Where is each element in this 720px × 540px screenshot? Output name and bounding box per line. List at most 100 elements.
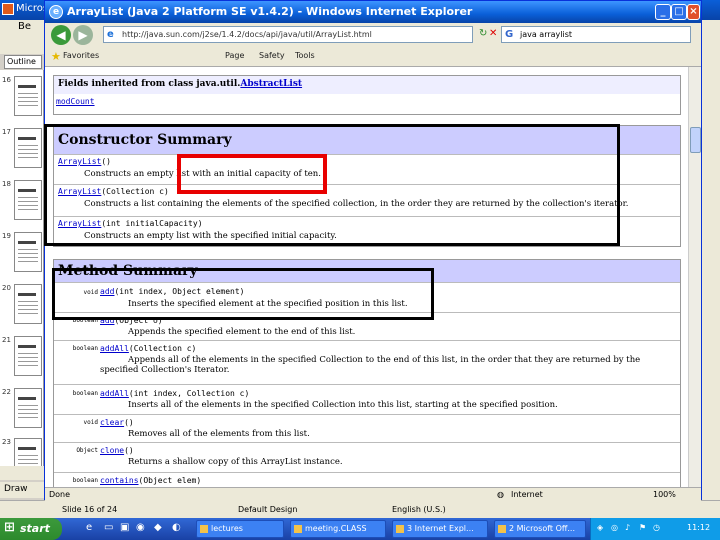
tray-icon[interactable]: ◈ (597, 523, 603, 532)
slide-number: 17 (2, 128, 11, 136)
method-description: Appends the specified element to the end… (128, 327, 356, 337)
design-name: Default Design (238, 505, 298, 514)
method-link[interactable]: addAll (100, 389, 129, 398)
powerpoint-toolbar[interactable] (0, 36, 44, 54)
close-button[interactable]: × (687, 4, 700, 20)
app-quicklaunch-icon[interactable]: ◐ (172, 522, 181, 533)
url-input[interactable]: http://java.sun.com/j2se/1.4.2/docs/api/… (103, 26, 473, 43)
powerpoint-menu-label[interactable]: Be (18, 21, 31, 32)
slide-number: 18 (2, 180, 11, 188)
language-indicator: English (U.S.) (392, 505, 446, 514)
modcount-link[interactable]: modCount (54, 94, 680, 109)
draw-menu[interactable]: Draw (0, 482, 44, 498)
vertical-scrollbar[interactable] (688, 67, 701, 487)
method-params: (int index, Collection c) (128, 389, 250, 398)
app-quicklaunch-icon[interactable]: ◆ (154, 522, 162, 533)
zoom-level[interactable]: 100% (653, 490, 676, 499)
table-row: boolean addAll(int index, Collection c) … (54, 384, 680, 414)
stop-icon[interactable]: ✕ (489, 28, 497, 39)
capacity-highlight-box (177, 154, 327, 194)
security-zone: Internet (511, 490, 543, 499)
maximize-button[interactable]: □ (671, 4, 687, 20)
powerpoint-menu[interactable]: Be (0, 20, 44, 36)
method-link[interactable]: contains (100, 476, 139, 485)
table-row: boolean addAll(Collection c) Appends all… (54, 340, 680, 384)
powerpoint-right-panel (702, 20, 720, 500)
slide-thumbnail[interactable] (14, 336, 42, 376)
powerpoint-app-icon (2, 3, 14, 15)
taskbar-item[interactable]: 2 Microsoft Off... (494, 520, 586, 538)
status-text: Done (49, 490, 71, 499)
method-return-type: void (83, 419, 98, 426)
taskbar-item[interactable]: meeting.CLASS (290, 520, 386, 538)
favorites-star-icon[interactable]: ★ (51, 50, 61, 63)
refresh-icon[interactable]: ↻ (479, 28, 487, 39)
minimize-button[interactable]: _ (655, 4, 671, 20)
slide-counter: Slide 16 of 24 (62, 505, 118, 514)
add-method-annotation-box (52, 268, 434, 320)
taskbar: start e ▭ ▣ ◉ ◆ ◐ lectures meeting.CLASS… (0, 518, 720, 540)
fields-inherited-table: Fields inherited from class java.util.Ab… (53, 75, 681, 115)
ie-status-bar: Done ◍ Internet 100% (45, 487, 701, 501)
taskbar-item[interactable]: lectures (196, 520, 284, 538)
address-bar: ◀ ▶ http://java.sun.com/j2se/1.4.2/docs/… (45, 23, 701, 47)
page-menu[interactable]: Page (225, 51, 244, 60)
method-link[interactable]: clear (100, 418, 124, 427)
tools-menu[interactable]: Tools (295, 51, 315, 60)
method-params: () (124, 446, 134, 455)
favorites-button[interactable]: Favorites (63, 51, 99, 60)
method-return-type: boolean (72, 477, 98, 484)
slide-thumbnail[interactable] (14, 128, 42, 168)
fields-inherited-header: Fields inherited from class java.util.Ab… (54, 76, 680, 94)
slide-number: 16 (2, 76, 11, 84)
ie-window: e ArrayList (Java 2 Platform SE v1.4.2) … (44, 0, 702, 501)
table-row: Object clone() Returns a shallow copy of… (54, 442, 680, 472)
search-input[interactable]: java arraylist (501, 26, 691, 43)
method-params: (Collection c) (128, 344, 197, 353)
abstractlist-link[interactable]: AbstractList (240, 79, 302, 89)
forward-button[interactable]: ▶ (73, 25, 93, 45)
system-tray: ◈ ◎ ♪ ⚑ ◷ 11:12 (590, 518, 720, 540)
method-link[interactable]: addAll (100, 344, 129, 353)
command-bar: ★ Favorites Page Safety Tools (45, 47, 701, 67)
scrollbar-thumb[interactable] (690, 127, 701, 153)
method-description: Returns a shallow copy of this ArrayList… (128, 457, 343, 467)
globe-icon: ◍ (497, 490, 504, 499)
ie-title: ArrayList (Java 2 Platform SE v1.4.2) - … (67, 5, 473, 18)
desktop-quicklaunch-icon[interactable]: ▭ (104, 522, 113, 533)
slide-thumbnail[interactable] (14, 180, 42, 220)
ie-quicklaunch-icon[interactable]: e (86, 522, 92, 533)
constructor-annotation-box (44, 124, 620, 246)
method-return-type: boolean (72, 390, 98, 397)
slide-thumbnail[interactable] (14, 232, 42, 272)
slide-number: 19 (2, 232, 11, 240)
media-quicklaunch-icon[interactable]: ▣ (120, 522, 129, 533)
ie-title-bar: e ArrayList (Java 2 Platform SE v1.4.2) … (45, 1, 701, 23)
fields-inherited-title: Fields inherited from class java.util. (58, 79, 241, 89)
slide-thumbnail[interactable] (14, 284, 42, 324)
method-description: Removes all of the elements from this li… (128, 429, 310, 439)
tray-icon[interactable]: ◎ (611, 523, 618, 532)
tray-icon[interactable]: ⚑ (639, 523, 646, 532)
start-button[interactable]: start (0, 518, 62, 540)
view-buttons[interactable] (0, 466, 44, 480)
back-button[interactable]: ◀ (51, 25, 71, 45)
outline-tab[interactable]: Outline (4, 55, 42, 69)
method-link[interactable]: clone (100, 446, 124, 455)
table-row: void clear() Removes all of the elements… (54, 414, 680, 442)
slide-number: 23 (2, 438, 11, 446)
method-return-type: Object (76, 447, 98, 454)
method-description: Inserts all of the elements in the speci… (128, 400, 558, 410)
tray-icon[interactable]: ◷ (653, 523, 660, 532)
slide-thumbnail[interactable] (14, 388, 42, 428)
method-description: Appends all of the elements in the speci… (100, 355, 641, 375)
safety-menu[interactable]: Safety (259, 51, 285, 60)
taskbar-item[interactable]: 3 Internet Expl... (392, 520, 488, 538)
method-return-type: boolean (72, 345, 98, 352)
method-params: () (124, 418, 134, 427)
app-quicklaunch-icon[interactable]: ◉ (136, 522, 145, 533)
slide-thumbnail[interactable] (14, 76, 42, 116)
slides-pane[interactable]: 16 17 18 19 20 21 22 23 (0, 70, 44, 480)
tray-icon[interactable]: ♪ (625, 523, 630, 532)
ie-logo-icon: e (49, 5, 63, 19)
